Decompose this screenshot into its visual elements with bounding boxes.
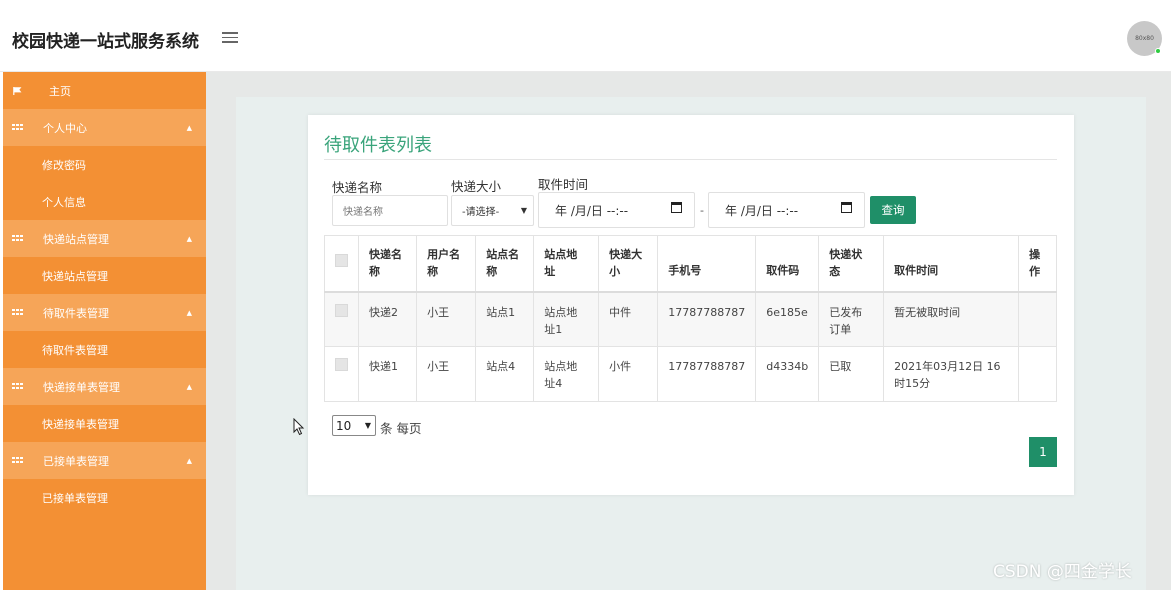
menu-toggle-icon[interactable] xyxy=(222,32,238,43)
select-all-checkbox[interactable] xyxy=(335,254,348,268)
date-end-input[interactable]: 年 /月/日 --:-- xyxy=(708,192,865,228)
filter-name-label: 快递名称 xyxy=(332,180,383,195)
app-title: 校园快递一站式服务系统 xyxy=(12,32,199,52)
table-header-row: 快递名称 用户名称 站点名称 站点地址 快递大小 手机号 取件码 快递状态 取件… xyxy=(324,235,1057,292)
select-all-cell xyxy=(324,235,359,292)
sidebar-item-label: 个人中心 xyxy=(43,121,87,135)
sidebar-item-label: 快递站点管理 xyxy=(43,232,109,246)
divider xyxy=(324,159,1057,160)
column-header[interactable]: 用户名称 xyxy=(416,235,477,292)
mouse-cursor-icon xyxy=(293,418,305,436)
column-header: 操作 xyxy=(1018,235,1057,292)
caret-up-icon: ▲ xyxy=(186,457,192,465)
row-select-cell xyxy=(324,291,359,347)
table-cell: 已发布订单 xyxy=(818,291,885,347)
grid-icon xyxy=(12,123,23,132)
date-start-input[interactable]: 年 /月/日 --:-- xyxy=(538,192,695,228)
top-header: 校园快递一站式服务系统 80x80 xyxy=(0,0,1171,72)
row-checkbox[interactable] xyxy=(335,303,348,317)
sidebar-item-pickup-management[interactable]: 待取件表管理 xyxy=(3,331,206,368)
watermark: CSDN @四金学长 xyxy=(993,562,1132,582)
chevron-down-icon: ▼ xyxy=(520,206,527,215)
sidebar-item-label: 主页 xyxy=(49,84,71,98)
caret-up-icon: ▲ xyxy=(186,124,192,132)
page-size-value: 10 xyxy=(336,418,352,433)
page-size-select[interactable]: 10 ▼ xyxy=(332,415,376,436)
caret-up-icon: ▲ xyxy=(186,309,192,317)
page-size-label: 条 每页 xyxy=(380,421,422,436)
sidebar-item-change-password[interactable]: 修改密码 xyxy=(3,146,206,183)
table-cell: 快递2 xyxy=(357,291,418,347)
sidebar-group-station-management[interactable]: 快递站点管理 ▲ xyxy=(3,220,206,257)
action-cell xyxy=(1018,291,1057,347)
sidebar-item-personal-info[interactable]: 个人信息 xyxy=(3,183,206,220)
table-cell: d4334b xyxy=(755,346,820,402)
table-cell: 小王 xyxy=(416,346,477,402)
calendar-icon[interactable] xyxy=(841,202,852,213)
sidebar-group-pickup-management[interactable]: 待取件表管理 ▲ xyxy=(3,294,206,331)
date-separator: - xyxy=(700,204,704,217)
online-status-dot xyxy=(1155,48,1161,54)
caret-up-icon: ▲ xyxy=(186,235,192,243)
sidebar: 主页 个人中心 ▲ 修改密码 个人信息 快递站点管理 ▲ 快递站点管理 待取件表… xyxy=(3,72,206,590)
table-cell: 小件 xyxy=(598,346,659,402)
page-title: 待取件表列表 xyxy=(324,135,432,156)
express-size-select[interactable]: -请选择- ▼ xyxy=(451,195,534,226)
table-cell: 中件 xyxy=(598,291,659,347)
grid-icon xyxy=(12,308,23,317)
sidebar-item-label: 待取件表管理 xyxy=(43,306,109,320)
express-name-input[interactable]: 快递名称 xyxy=(332,195,448,226)
select-value: -请选择- xyxy=(462,207,500,218)
table-cell: 17787788787 xyxy=(657,346,757,402)
sidebar-item-accepted-management[interactable]: 已接单表管理 xyxy=(3,479,206,516)
action-cell xyxy=(1018,346,1057,402)
table-row[interactable]: 快递1 小王 站点4 站点地址4 小件 17787788787 d4334b 已… xyxy=(324,346,1057,402)
row-checkbox[interactable] xyxy=(335,358,348,371)
table-cell: 17787788787 xyxy=(657,291,757,347)
column-header[interactable]: 取件时间 xyxy=(883,235,1020,292)
pickup-table: 快递名称 用户名称 站点名称 站点地址 快递大小 手机号 取件码 快递状态 取件… xyxy=(324,235,1057,402)
grid-icon xyxy=(12,234,23,243)
table-cell: 站点1 xyxy=(475,291,535,347)
table-row[interactable]: 快递2 小王 站点1 站点地址1 中件 17787788787 6e185e 已… xyxy=(324,291,1057,347)
column-header[interactable]: 站点地址 xyxy=(533,235,600,292)
table-cell: 站点地址1 xyxy=(533,291,600,347)
flag-icon xyxy=(13,86,22,95)
grid-icon xyxy=(12,382,23,391)
table-cell: 已取 xyxy=(818,346,885,402)
table-cell: 站点4 xyxy=(475,346,535,402)
sidebar-group-personal-center[interactable]: 个人中心 ▲ xyxy=(3,109,206,146)
pagination-page-button[interactable]: 1 xyxy=(1029,437,1057,467)
column-header[interactable]: 快递名称 xyxy=(357,235,418,292)
filter-time-label: 取件时间 xyxy=(538,177,589,192)
chevron-down-icon: ▼ xyxy=(364,421,371,430)
sidebar-item-order-management[interactable]: 快递接单表管理 xyxy=(3,405,206,442)
column-header[interactable]: 取件码 xyxy=(755,235,820,292)
grid-icon xyxy=(12,456,23,465)
sidebar-group-order-management[interactable]: 快递接单表管理 ▲ xyxy=(3,368,206,405)
table-cell: 6e185e xyxy=(755,291,820,347)
column-header[interactable]: 快递大小 xyxy=(598,235,659,292)
list-panel: 待取件表列表 快递名称 快递名称 快递大小 -请选择- ▼ 取件时间 年 /月/… xyxy=(308,115,1074,495)
sidebar-item-home[interactable]: 主页 xyxy=(3,72,206,109)
sidebar-group-accepted-management[interactable]: 已接单表管理 ▲ xyxy=(3,442,206,479)
sidebar-item-label: 快递接单表管理 xyxy=(43,380,120,394)
sidebar-item-station-management[interactable]: 快递站点管理 xyxy=(3,257,206,294)
calendar-icon[interactable] xyxy=(671,202,682,213)
date-end-value: 年 /月/日 --:-- xyxy=(725,203,799,218)
query-button[interactable]: 查询 xyxy=(870,196,916,224)
table-cell: 快递1 xyxy=(357,346,418,402)
filter-size-label: 快递大小 xyxy=(451,179,502,194)
row-select-cell xyxy=(324,346,359,402)
column-header[interactable]: 站点名称 xyxy=(475,235,535,292)
column-header[interactable]: 手机号 xyxy=(657,235,757,292)
caret-up-icon: ▲ xyxy=(186,383,192,391)
table-cell: 2021年03月12日 16时15分 xyxy=(883,346,1020,402)
table-cell: 小王 xyxy=(416,291,477,347)
table-cell: 暂无被取时间 xyxy=(883,291,1020,347)
table-cell: 站点地址4 xyxy=(533,346,600,402)
date-start-value: 年 /月/日 --:-- xyxy=(555,203,629,218)
sidebar-item-label: 已接单表管理 xyxy=(43,454,109,468)
column-header[interactable]: 快递状态 xyxy=(818,235,885,292)
